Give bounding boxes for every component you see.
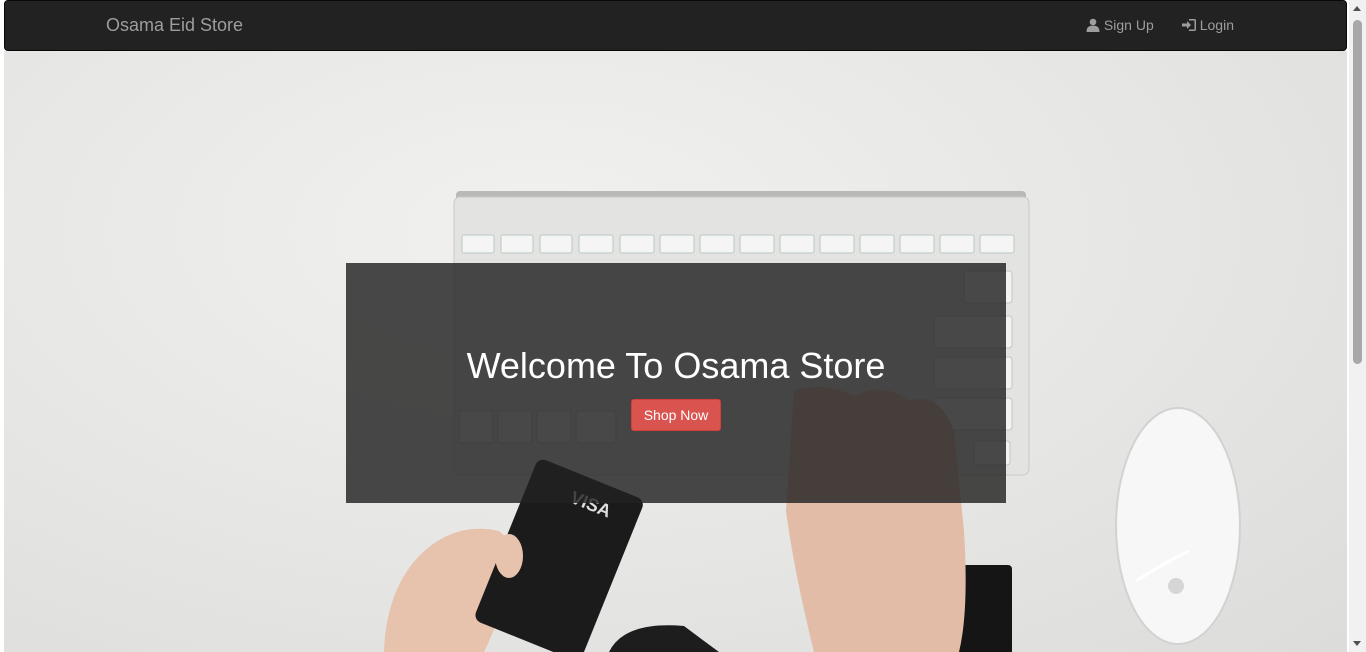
scroll-thumb[interactable]	[1353, 20, 1362, 364]
page: Osama Eid Store Sign Up Login VISA Welco…	[0, 0, 1366, 652]
scroll-up-arrow-icon[interactable]	[1353, 6, 1361, 11]
user-icon	[1086, 18, 1100, 32]
mouse-illustration	[1115, 407, 1241, 645]
navbar-right: Sign Up Login	[1086, 17, 1234, 33]
scroll-down-arrow-icon[interactable]	[1353, 641, 1361, 646]
welcome-overlay: Welcome To Osama Store Shop Now	[346, 263, 1006, 503]
login-icon	[1181, 19, 1196, 31]
welcome-title: Welcome To Osama Store	[466, 345, 886, 386]
hero-section: VISA Welcome To Osama Store Shop Now	[4, 51, 1347, 652]
signup-label: Sign Up	[1103, 17, 1154, 33]
brand-link[interactable]: Osama Eid Store	[106, 15, 243, 36]
login-label: Login	[1199, 17, 1234, 33]
wallet-illustration	[609, 625, 719, 652]
login-link[interactable]: Login	[1181, 17, 1234, 33]
navbar: Osama Eid Store Sign Up Login	[4, 0, 1347, 51]
page-scrollbar[interactable]	[1349, 0, 1366, 652]
signup-link[interactable]: Sign Up	[1086, 17, 1154, 33]
shop-now-button[interactable]: Shop Now	[630, 399, 722, 431]
